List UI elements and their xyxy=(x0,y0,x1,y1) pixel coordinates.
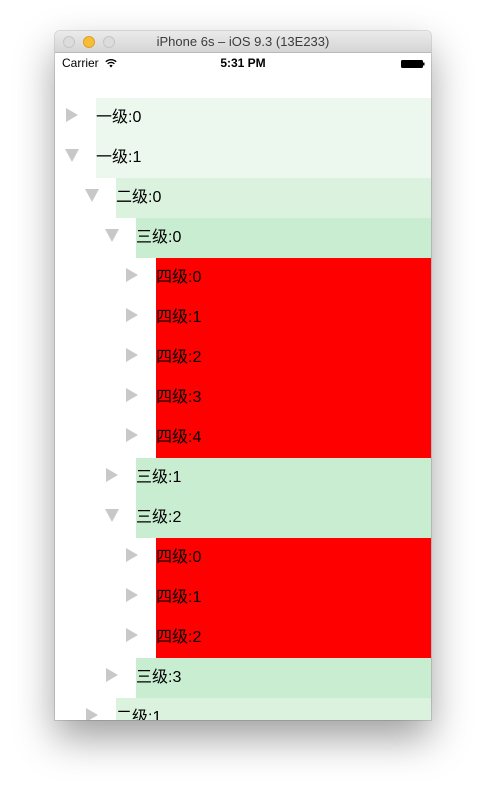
simulator-window: iPhone 6s – iOS 9.3 (13E233) Carrier 5:3… xyxy=(55,31,431,720)
status-time: 5:31 PM xyxy=(220,56,266,70)
disclosure-collapsed-icon[interactable] xyxy=(103,666,123,686)
disclosure-collapsed-icon[interactable] xyxy=(123,386,143,406)
disclosure-collapsed-icon[interactable] xyxy=(123,426,143,446)
tree-row-label: 二级:0 xyxy=(116,189,162,206)
tree-row-label: 四级:1 xyxy=(156,589,202,606)
disclosure-collapsed-icon[interactable] xyxy=(123,306,143,326)
tree-row[interactable]: 三级:0 xyxy=(55,218,431,258)
tree-row[interactable]: 四级:2 xyxy=(55,338,431,378)
window-titlebar[interactable]: iPhone 6s – iOS 9.3 (13E233) xyxy=(55,31,431,53)
tree-row-label: 四级:2 xyxy=(156,349,202,366)
tree-row-label: 三级:2 xyxy=(136,509,182,526)
disclosure-expanded-icon[interactable] xyxy=(63,147,83,167)
ios-status-bar: Carrier 5:31 PM xyxy=(55,53,431,73)
tree-row[interactable]: 二级:0 xyxy=(55,178,431,218)
disclosure-collapsed-icon[interactable] xyxy=(123,546,143,566)
tree-row[interactable]: 一级:0 xyxy=(55,98,431,138)
disclosure-expanded-icon[interactable] xyxy=(83,187,103,207)
tree-row-label: 三级:3 xyxy=(136,669,182,686)
tree-row[interactable]: 四级:4 xyxy=(55,418,431,458)
tree-row[interactable]: 三级:3 xyxy=(55,658,431,698)
tree-row[interactable]: 二级:1 xyxy=(55,698,431,720)
tree-cell-background xyxy=(116,698,431,720)
tree-row-label: 四级:4 xyxy=(156,429,202,446)
disclosure-expanded-icon[interactable] xyxy=(103,507,123,527)
tree-row[interactable]: 四级:3 xyxy=(55,378,431,418)
disclosure-collapsed-icon[interactable] xyxy=(123,266,143,286)
disclosure-collapsed-icon[interactable] xyxy=(103,466,123,486)
tree-row[interactable]: 三级:2 xyxy=(55,498,431,538)
tree-row-label: 三级:1 xyxy=(136,469,182,486)
tree-row-label: 四级:0 xyxy=(156,549,202,566)
battery-icon xyxy=(401,60,425,68)
tree-row-label: 一级:0 xyxy=(96,109,142,126)
disclosure-collapsed-icon[interactable] xyxy=(63,106,83,126)
tree-row[interactable]: 四级:0 xyxy=(55,258,431,298)
tree-cell-background xyxy=(116,178,431,218)
tree-row-label: 四级:1 xyxy=(156,309,202,326)
disclosure-expanded-icon[interactable] xyxy=(103,227,123,247)
disclosure-collapsed-icon[interactable] xyxy=(123,346,143,366)
tree-row[interactable]: 四级:1 xyxy=(55,298,431,338)
disclosure-collapsed-icon[interactable] xyxy=(83,706,103,720)
tree-row-label: 四级:2 xyxy=(156,629,202,646)
disclosure-collapsed-icon[interactable] xyxy=(123,626,143,646)
tree-row-label: 一级:1 xyxy=(96,149,142,166)
disclosure-collapsed-icon[interactable] xyxy=(123,586,143,606)
tree-row[interactable]: 四级:2 xyxy=(55,618,431,658)
tree-row-label: 四级:0 xyxy=(156,269,202,286)
tree-row-label: 二级:1 xyxy=(116,709,162,720)
tree-row[interactable]: 四级:0 xyxy=(55,538,431,578)
tree-row-label: 三级:0 xyxy=(136,229,182,246)
window-title: iPhone 6s – iOS 9.3 (13E233) xyxy=(156,34,330,49)
tree-cell-background xyxy=(96,138,431,178)
tree-row-label: 四级:3 xyxy=(156,389,202,406)
tree-row[interactable]: 四级:1 xyxy=(55,578,431,618)
tree-row[interactable]: 一级:1 xyxy=(55,138,431,178)
tree-row[interactable]: 三级:1 xyxy=(55,458,431,498)
tree-cell-background xyxy=(96,98,431,138)
